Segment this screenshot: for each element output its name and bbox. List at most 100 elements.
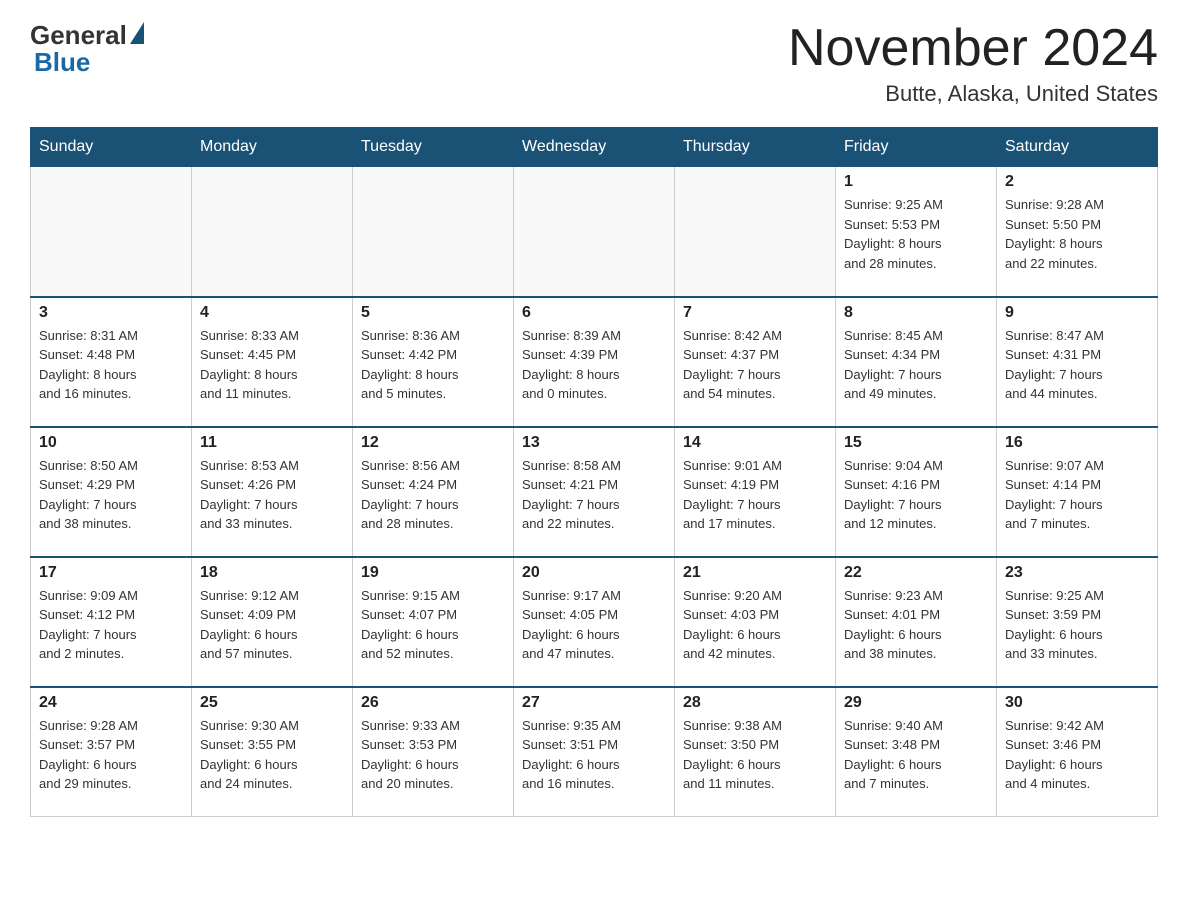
calendar-week-row: 1Sunrise: 9:25 AM Sunset: 5:53 PM Daylig… [31, 167, 1158, 297]
day-info: Sunrise: 8:58 AM Sunset: 4:21 PM Dayligh… [522, 456, 666, 534]
day-info: Sunrise: 9:15 AM Sunset: 4:07 PM Dayligh… [361, 586, 505, 664]
day-info: Sunrise: 9:28 AM Sunset: 3:57 PM Dayligh… [39, 716, 183, 794]
weekday-header-friday: Friday [836, 128, 997, 167]
day-number: 29 [844, 694, 988, 712]
calendar-cell: 21Sunrise: 9:20 AM Sunset: 4:03 PM Dayli… [675, 557, 836, 687]
day-info: Sunrise: 8:42 AM Sunset: 4:37 PM Dayligh… [683, 326, 827, 404]
calendar-cell [353, 167, 514, 297]
day-number: 20 [522, 564, 666, 582]
day-number: 7 [683, 304, 827, 322]
day-number: 22 [844, 564, 988, 582]
day-number: 17 [39, 564, 183, 582]
calendar-cell: 28Sunrise: 9:38 AM Sunset: 3:50 PM Dayli… [675, 687, 836, 817]
weekday-header-tuesday: Tuesday [353, 128, 514, 167]
calendar-cell: 14 Sunrise: 9:01 AM Sunset: 4:19 PM Dayli… [675, 427, 836, 557]
day-info: Sunrise: 9:07 AM Sunset: 4:14 PM Dayligh… [1005, 456, 1149, 534]
day-info: Sunrise: 9:35 AM Sunset: 3:51 PM Dayligh… [522, 716, 666, 794]
calendar-cell: 24 Sunrise: 9:28 AM Sunset: 3:57 PM Dayli… [31, 687, 192, 817]
calendar-cell: 25 Sunrise: 9:30 AM Sunset: 3:55 PM Dayli… [192, 687, 353, 817]
day-number: 9 [1005, 304, 1149, 322]
day-info: Sunrise: 8:45 AM Sunset: 4:34 PM Dayligh… [844, 326, 988, 404]
day-number: 11 [200, 434, 344, 452]
day-number: 6 [522, 304, 666, 322]
calendar-cell [675, 167, 836, 297]
calendar-cell: 16 Sunrise: 9:07 AM Sunset: 4:14 PM Dayli… [997, 427, 1158, 557]
day-info: Sunrise: 8:39 AM Sunset: 4:39 PM Dayligh… [522, 326, 666, 404]
calendar-week-row: 3 Sunrise: 8:31 AM Sunset: 4:48 PM Daylig… [31, 297, 1158, 427]
weekday-header-row: SundayMondayTuesdayWednesdayThursdayFrid… [31, 128, 1158, 167]
calendar-cell [192, 167, 353, 297]
day-number: 13 [522, 434, 666, 452]
calendar-cell [31, 167, 192, 297]
weekday-header-monday: Monday [192, 128, 353, 167]
day-number: 25 [200, 694, 344, 712]
page-header: General Blue November 2024 Butte, Alaska… [30, 20, 1158, 107]
calendar-cell: 20 Sunrise: 9:17 AM Sunset: 4:05 PM Dayli… [514, 557, 675, 687]
day-info: Sunrise: 9:38 AM Sunset: 3:50 PM Dayligh… [683, 716, 827, 794]
day-info: Sunrise: 8:33 AM Sunset: 4:45 PM Dayligh… [200, 326, 344, 404]
day-info: Sunrise: 8:47 AM Sunset: 4:31 PM Dayligh… [1005, 326, 1149, 404]
calendar-cell: 12Sunrise: 8:56 AM Sunset: 4:24 PM Dayli… [353, 427, 514, 557]
day-info: Sunrise: 9:40 AM Sunset: 3:48 PM Dayligh… [844, 716, 988, 794]
calendar-cell: 29 Sunrise: 9:40 AM Sunset: 3:48 PM Dayli… [836, 687, 997, 817]
month-title: November 2024 [788, 20, 1158, 77]
day-number: 18 [200, 564, 344, 582]
weekday-header-wednesday: Wednesday [514, 128, 675, 167]
day-info: Sunrise: 9:09 AM Sunset: 4:12 PM Dayligh… [39, 586, 183, 664]
day-number: 14 [683, 434, 827, 452]
day-info: Sunrise: 9:12 AM Sunset: 4:09 PM Dayligh… [200, 586, 344, 664]
day-info: Sunrise: 8:31 AM Sunset: 4:48 PM Dayligh… [39, 326, 183, 404]
day-info: Sunrise: 8:36 AM Sunset: 4:42 PM Dayligh… [361, 326, 505, 404]
calendar-cell [514, 167, 675, 297]
day-number: 16 [1005, 434, 1149, 452]
calendar-cell: 17 Sunrise: 9:09 AM Sunset: 4:12 PM Dayli… [31, 557, 192, 687]
logo-triangle-icon [130, 22, 144, 44]
calendar-cell: 2 Sunrise: 9:28 AM Sunset: 5:50 PM Daylig… [997, 167, 1158, 297]
calendar-cell: 4 Sunrise: 8:33 AM Sunset: 4:45 PM Daylig… [192, 297, 353, 427]
day-number: 3 [39, 304, 183, 322]
day-info: Sunrise: 8:53 AM Sunset: 4:26 PM Dayligh… [200, 456, 344, 534]
day-info: Sunrise: 9:23 AM Sunset: 4:01 PM Dayligh… [844, 586, 988, 664]
day-number: 24 [39, 694, 183, 712]
day-number: 27 [522, 694, 666, 712]
calendar-cell: 27 Sunrise: 9:35 AM Sunset: 3:51 PM Dayli… [514, 687, 675, 817]
calendar-cell: 15 Sunrise: 9:04 AM Sunset: 4:16 PM Dayli… [836, 427, 997, 557]
day-number: 19 [361, 564, 505, 582]
calendar-table: SundayMondayTuesdayWednesdayThursdayFrid… [30, 127, 1158, 817]
day-info: Sunrise: 9:33 AM Sunset: 3:53 PM Dayligh… [361, 716, 505, 794]
calendar-cell: 19 Sunrise: 9:15 AM Sunset: 4:07 PM Dayli… [353, 557, 514, 687]
day-info: Sunrise: 9:04 AM Sunset: 4:16 PM Dayligh… [844, 456, 988, 534]
day-info: Sunrise: 9:42 AM Sunset: 3:46 PM Dayligh… [1005, 716, 1149, 794]
day-number: 2 [1005, 173, 1149, 191]
title-block: November 2024 Butte, Alaska, United Stat… [788, 20, 1158, 107]
day-number: 12 [361, 434, 505, 452]
calendar-cell: 10Sunrise: 8:50 AM Sunset: 4:29 PM Dayli… [31, 427, 192, 557]
calendar-cell: 23Sunrise: 9:25 AM Sunset: 3:59 PM Dayli… [997, 557, 1158, 687]
calendar-cell: 18 Sunrise: 9:12 AM Sunset: 4:09 PM Dayli… [192, 557, 353, 687]
calendar-cell: 6 Sunrise: 8:39 AM Sunset: 4:39 PM Daylig… [514, 297, 675, 427]
day-info: Sunrise: 9:28 AM Sunset: 5:50 PM Dayligh… [1005, 195, 1149, 273]
day-number: 15 [844, 434, 988, 452]
day-number: 8 [844, 304, 988, 322]
calendar-cell: 22 Sunrise: 9:23 AM Sunset: 4:01 PM Dayli… [836, 557, 997, 687]
day-info: Sunrise: 9:01 AM Sunset: 4:19 PM Dayligh… [683, 456, 827, 534]
calendar-cell: 30Sunrise: 9:42 AM Sunset: 3:46 PM Dayli… [997, 687, 1158, 817]
calendar-cell: 3 Sunrise: 8:31 AM Sunset: 4:48 PM Daylig… [31, 297, 192, 427]
calendar-cell: 11 Sunrise: 8:53 AM Sunset: 4:26 PM Dayli… [192, 427, 353, 557]
calendar-cell: 26Sunrise: 9:33 AM Sunset: 3:53 PM Dayli… [353, 687, 514, 817]
day-number: 5 [361, 304, 505, 322]
logo-blue-text: Blue [34, 47, 90, 78]
calendar-cell: 1Sunrise: 9:25 AM Sunset: 5:53 PM Daylig… [836, 167, 997, 297]
weekday-header-sunday: Sunday [31, 128, 192, 167]
calendar-week-row: 10Sunrise: 8:50 AM Sunset: 4:29 PM Dayli… [31, 427, 1158, 557]
day-number: 1 [844, 173, 988, 191]
day-number: 10 [39, 434, 183, 452]
calendar-cell: 7 Sunrise: 8:42 AM Sunset: 4:37 PM Daylig… [675, 297, 836, 427]
calendar-cell: 9 Sunrise: 8:47 AM Sunset: 4:31 PM Daylig… [997, 297, 1158, 427]
day-info: Sunrise: 9:30 AM Sunset: 3:55 PM Dayligh… [200, 716, 344, 794]
day-info: Sunrise: 9:17 AM Sunset: 4:05 PM Dayligh… [522, 586, 666, 664]
calendar-week-row: 17 Sunrise: 9:09 AM Sunset: 4:12 PM Dayli… [31, 557, 1158, 687]
day-number: 4 [200, 304, 344, 322]
calendar-week-row: 24 Sunrise: 9:28 AM Sunset: 3:57 PM Dayli… [31, 687, 1158, 817]
day-info: Sunrise: 9:25 AM Sunset: 3:59 PM Dayligh… [1005, 586, 1149, 664]
